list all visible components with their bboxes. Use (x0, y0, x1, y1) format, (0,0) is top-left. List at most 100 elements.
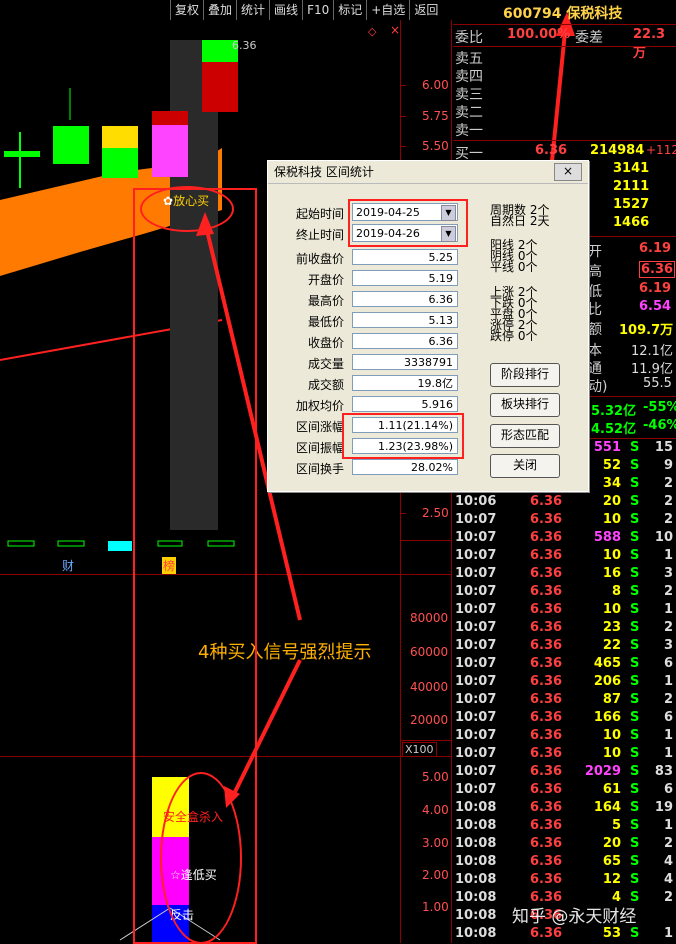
tick-v: 551 (593, 440, 621, 455)
tick-p: 6.36 (530, 638, 563, 653)
tick-s: S (630, 566, 640, 581)
tick-v: 588 (593, 530, 621, 545)
tick-v: 87 (602, 692, 621, 707)
tick-t: 10:07 (455, 602, 497, 617)
sell-2: 卖二 (455, 105, 483, 121)
sell-5: 卖五 (455, 51, 483, 67)
tick-t: 10:07 (455, 782, 497, 797)
tick-t: 10:07 (455, 656, 497, 671)
tick-s: S (630, 494, 640, 509)
tick-s: S (630, 458, 640, 473)
field-value: 28.02% (352, 459, 458, 475)
tick-n: 1 (663, 674, 673, 689)
field-label: 收盘价 (307, 336, 344, 350)
tick-p: 6.36 (530, 566, 563, 581)
tick-n: 1 (663, 746, 673, 761)
field-label: 开盘价 (307, 273, 344, 287)
tick-t: 10:07 (455, 530, 497, 545)
end-time-label: 终止时间 (295, 228, 344, 242)
tick-p: 6.36 (530, 926, 563, 941)
tick-v: 10 (602, 512, 621, 527)
tick-row: 10:07 6.36 166 S 6 (453, 710, 676, 728)
tick-v: 22 (602, 638, 621, 653)
tick-n: 2 (663, 476, 673, 491)
stock-name: 保税科技 (566, 6, 623, 22)
tick-t: 10:08 (455, 872, 497, 887)
tick-t: 10:08 (455, 854, 497, 869)
field-value: 6.36 (352, 291, 458, 307)
tick-t: 10:07 (455, 548, 497, 563)
sell-4: 卖四 (455, 69, 483, 85)
stock-header: 600794 保税科技 (453, 0, 676, 24)
tick-t: 10:07 (455, 764, 497, 779)
tick-s: S (630, 872, 640, 887)
tick-p: 6.36 (530, 872, 563, 887)
tick-n: 15 (654, 440, 673, 455)
tick-n: 1 (663, 818, 673, 833)
watermark: 知乎 @永天财经 (512, 907, 637, 927)
buy-1: 买一 6.36 214984 +112 (455, 143, 676, 162)
tick-s: S (630, 926, 640, 941)
tick-t: 10:07 (455, 512, 497, 527)
sector-ranking-button[interactable]: 板块排行 (490, 393, 560, 417)
tick-row: 10:07 6.36 10 S 1 (453, 602, 676, 620)
tick-row: 10:08 6.36 12 S 4 (453, 872, 676, 890)
date-highlight-rect (348, 199, 468, 247)
stage-ranking-button[interactable]: 阶段排行 (490, 363, 560, 387)
field-value: 5.25 (352, 249, 458, 265)
stats-candles: 阳线 2个 阴线 0个 平线 0个 (490, 238, 538, 274)
tick-row: 10:07 6.36 10 S 2 (453, 512, 676, 530)
tick-t: 10:08 (455, 890, 497, 905)
tick-s: S (630, 530, 640, 545)
tick-s: S (630, 800, 640, 815)
tick-row: 10:07 6.36 10 S 1 (453, 728, 676, 746)
tick-t: 10:06 (455, 494, 497, 509)
close-icon[interactable]: × (554, 163, 582, 181)
tick-p: 6.36 (530, 764, 563, 779)
tick-row: 10:07 6.36 22 S 3 (453, 638, 676, 656)
field-value: 5.916 (352, 396, 458, 412)
tick-v: 23 (602, 620, 621, 635)
tick-s: S (630, 854, 640, 869)
tick-v: 61 (602, 782, 621, 797)
tick-s: S (630, 602, 640, 617)
tick-t: 10:07 (455, 728, 497, 743)
tick-v: 20 (602, 836, 621, 851)
tick-s: S (630, 764, 640, 779)
stock-code: 600794 (503, 6, 562, 22)
tick-n: 6 (663, 656, 673, 671)
tick-n: 1 (663, 548, 673, 563)
tick-p: 6.36 (530, 746, 563, 761)
tick-v: 2029 (584, 764, 621, 779)
tick-t: 10:08 (455, 926, 497, 941)
tick-v: 10 (602, 602, 621, 617)
tick-s: S (630, 584, 640, 599)
tick-s: S (630, 746, 640, 761)
tick-n: 6 (663, 710, 673, 725)
tick-t: 10:08 (455, 908, 497, 923)
dialog-title-bar[interactable]: 保税科技 区间统计 × (268, 161, 588, 184)
tick-n: 2 (663, 512, 673, 527)
tick-s: S (630, 548, 640, 563)
tick-p: 6.36 (530, 854, 563, 869)
tick-n: 1 (663, 602, 673, 617)
tick-row: 10:07 6.36 61 S 6 (453, 782, 676, 800)
pattern-match-button[interactable]: 形态匹配 (490, 424, 560, 448)
tick-p: 6.36 (530, 836, 563, 851)
tick-row: 10:07 6.36 465 S 6 (453, 656, 676, 674)
tick-s: S (630, 818, 640, 833)
tick-t: 10:07 (455, 692, 497, 707)
tick-row: 10:07 6.36 10 S 1 (453, 548, 676, 566)
tick-v: 166 (593, 710, 621, 725)
tick-p: 6.36 (530, 710, 563, 725)
tick-v: 53 (602, 926, 621, 941)
tick-s: S (630, 440, 640, 455)
tick-n: 83 (654, 764, 673, 779)
tick-s: S (630, 512, 640, 527)
dialog-close-button[interactable]: 关闭 (490, 454, 560, 478)
tick-t: 10:07 (455, 584, 497, 599)
tick-t: 10:07 (455, 746, 497, 761)
tick-row: 10:07 6.36 16 S 3 (453, 566, 676, 584)
tick-n: 1 (663, 728, 673, 743)
tick-row: 10:08 6.36 53 S 1 (453, 926, 676, 944)
